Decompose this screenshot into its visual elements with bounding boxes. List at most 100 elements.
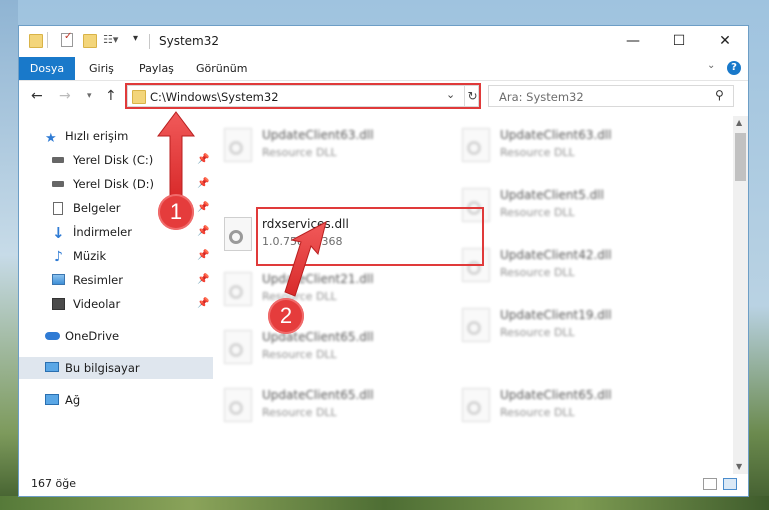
customize-toolbar-icon[interactable]: ☷▾ — [103, 33, 118, 46]
sidebar-item-pictures[interactable]: Resimler 📌 — [19, 269, 213, 291]
file-type: Resource DLL — [262, 348, 337, 361]
list-item[interactable]: UpdateClient65.dll Resource DLL — [452, 384, 662, 428]
file-name: UpdateClient65.dll — [500, 388, 612, 402]
dll-file-icon — [462, 388, 490, 422]
videos-icon — [52, 298, 65, 310]
dll-file-icon — [224, 272, 252, 306]
sidebar-item-network[interactable]: Ağ — [19, 389, 213, 411]
dll-file-icon — [224, 388, 252, 422]
tab-share[interactable]: Paylaş — [137, 57, 176, 80]
list-item[interactable]: UpdateClient65.dll Resource DLL — [214, 384, 424, 428]
file-name: UpdateClient42.dll — [500, 248, 612, 262]
search-placeholder: Ara: System32 — [499, 90, 584, 104]
pin-icon[interactable]: 📌 — [197, 197, 209, 219]
dll-file-icon — [462, 308, 490, 342]
up-icon[interactable]: ↑ — [105, 88, 117, 104]
list-item[interactable]: UpdateClient65.dll Resource DLL — [214, 326, 424, 370]
sidebar-item-local-disk-d[interactable]: Yerel Disk (D:) 📌 — [19, 173, 213, 195]
properties-icon[interactable]: ✓ — [61, 31, 73, 47]
expand-ribbon-icon[interactable]: ⌄ — [707, 60, 715, 71]
file-name: UpdateClient63.dll — [500, 128, 612, 142]
vertical-scrollbar[interactable]: ▲ ▼ — [733, 116, 748, 476]
large-icons-view-icon[interactable] — [723, 478, 737, 490]
scroll-up-icon[interactable]: ▲ — [736, 118, 742, 127]
sidebar-item-label: Hızlı erişim — [65, 129, 129, 143]
file-highlight-box — [256, 207, 484, 266]
forward-icon[interactable]: → — [59, 88, 71, 104]
sidebar-item-label: Belgeler — [73, 201, 121, 215]
sidebar-item-local-disk-c[interactable]: Yerel Disk (C:) 📌 — [19, 149, 213, 171]
sidebar-item-music[interactable]: ♪ Müzik 📌 — [19, 245, 213, 267]
navigation-bar: ← → ▾ ↑ C:\Windows\System32 ⌄ ↻ Ara: Sys… — [19, 81, 748, 115]
recent-locations-icon[interactable]: ▾ — [87, 91, 92, 101]
minimize-button[interactable]: — — [610, 26, 656, 57]
sidebar-item-label: Ağ — [65, 393, 81, 407]
status-bar: 167 öğe — [19, 474, 748, 496]
network-icon — [45, 394, 59, 405]
list-item[interactable]: UpdateClient19.dll Resource DLL — [452, 304, 662, 348]
item-count: 167 öğe — [31, 477, 76, 490]
sidebar-item-videos[interactable]: Videolar 📌 — [19, 293, 213, 315]
file-type: Resource DLL — [262, 146, 337, 159]
desktop-background-bottom — [0, 496, 769, 510]
list-item[interactable]: UpdateClient63.dll Resource DLL — [452, 124, 662, 168]
sidebar-item-label: Bu bilgisayar — [65, 361, 140, 375]
music-icon: ♪ — [54, 249, 63, 265]
download-icon: ↓ — [52, 224, 65, 242]
sidebar-item-label: Yerel Disk (D:) — [73, 177, 155, 191]
maximize-button[interactable]: ☐ — [656, 26, 702, 57]
dll-file-icon — [462, 128, 490, 162]
address-highlight-box — [125, 83, 481, 109]
new-folder-icon[interactable] — [83, 34, 97, 48]
dll-file-icon — [224, 128, 252, 162]
tab-file[interactable]: Dosya — [19, 57, 75, 80]
documents-icon — [53, 202, 63, 215]
drive-icon — [52, 181, 64, 187]
pin-icon[interactable]: 📌 — [197, 269, 209, 291]
file-type: Resource DLL — [500, 406, 575, 419]
details-view-icon[interactable] — [703, 478, 717, 490]
list-item[interactable]: UpdateClient63.dll Resource DLL — [214, 124, 424, 168]
close-button[interactable]: ✕ — [702, 26, 748, 57]
help-icon[interactable]: ? — [727, 61, 741, 75]
list-item[interactable]: UpdateClient21.dll Resource DLL — [214, 268, 424, 312]
sidebar-item-quick-access[interactable]: ★ Hızlı erişim — [19, 125, 213, 147]
sidebar-item-this-pc[interactable]: Bu bilgisayar — [19, 357, 213, 379]
file-type: Resource DLL — [500, 266, 575, 279]
separator — [47, 32, 48, 48]
pin-icon[interactable]: 📌 — [197, 221, 209, 243]
step-badge-2: 2 — [268, 298, 304, 334]
file-type: Resource DLL — [262, 290, 337, 303]
sidebar-item-label: İndirmeler — [73, 225, 132, 239]
sidebar-item-onedrive[interactable]: OneDrive — [19, 325, 213, 347]
file-type: Resource DLL — [262, 406, 337, 419]
sidebar-item-label: Resimler — [73, 273, 123, 287]
scroll-down-icon[interactable]: ▼ — [736, 462, 742, 471]
pictures-icon — [52, 274, 65, 285]
back-icon[interactable]: ← — [31, 88, 43, 104]
file-type: Resource DLL — [500, 206, 575, 219]
window-title: System32 — [159, 34, 220, 48]
scroll-thumb[interactable] — [735, 133, 746, 181]
step-badge-1: 1 — [158, 194, 194, 230]
sidebar-item-label: OneDrive — [65, 329, 120, 343]
tab-home[interactable]: Giriş — [87, 57, 116, 80]
folder-icon — [29, 34, 43, 48]
pin-icon[interactable]: 📌 — [197, 293, 209, 315]
search-icon[interactable]: ⚲ — [715, 88, 724, 102]
dll-file-icon — [224, 217, 252, 251]
file-type: Resource DLL — [500, 146, 575, 159]
tab-view[interactable]: Görünüm — [194, 57, 249, 80]
sidebar-item-label: Müzik — [73, 249, 107, 263]
cloud-icon — [45, 332, 60, 340]
quick-access-dropdown-icon[interactable]: ▾ — [133, 33, 138, 44]
file-list: UpdateClient63.dll Resource DLL rdxservi… — [214, 116, 734, 476]
file-name: UpdateClient63.dll — [262, 128, 374, 142]
pin-icon[interactable]: 📌 — [197, 149, 209, 171]
title-bar: ✓ ☷▾ ▾ System32 — ☐ ✕ — [19, 26, 748, 57]
pin-icon[interactable]: 📌 — [197, 173, 209, 195]
computer-icon — [45, 362, 59, 372]
search-input[interactable]: Ara: System32 ⚲ — [488, 85, 734, 107]
ribbon-tabs: Dosya Giriş Paylaş Görünüm ⌄ ? — [19, 57, 748, 81]
pin-icon[interactable]: 📌 — [197, 245, 209, 267]
